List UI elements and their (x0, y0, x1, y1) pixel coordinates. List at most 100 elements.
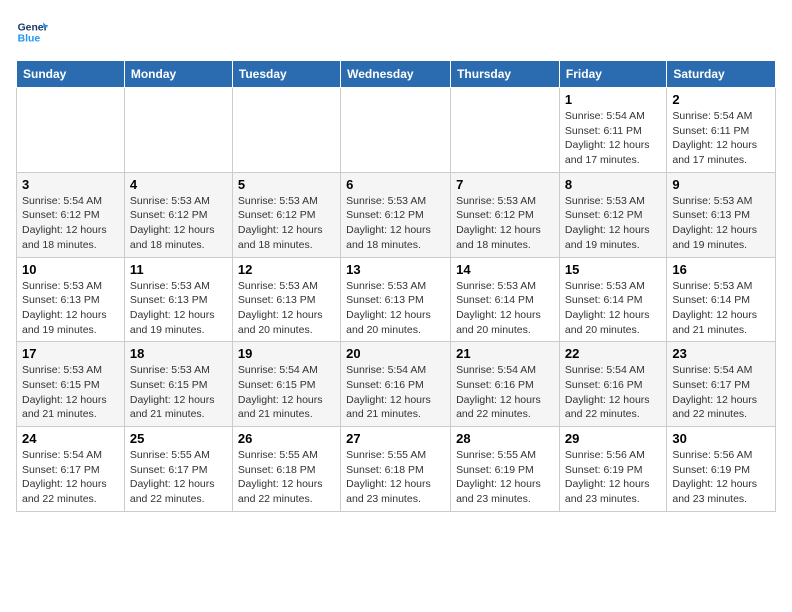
calendar-cell: 27 Sunrise: 5:55 AM Sunset: 6:18 PM Dayli… (341, 427, 451, 512)
day-number: 6 (346, 177, 445, 192)
calendar-cell (341, 88, 451, 173)
day-info: Sunrise: 5:53 AM Sunset: 6:15 PM Dayligh… (22, 363, 119, 422)
day-number: 21 (456, 346, 554, 361)
day-number: 5 (238, 177, 335, 192)
calendar-cell: 11 Sunrise: 5:53 AM Sunset: 6:13 PM Dayli… (124, 257, 232, 342)
calendar-cell: 5 Sunrise: 5:53 AM Sunset: 6:12 PM Daylig… (232, 172, 340, 257)
day-info: Sunrise: 5:53 AM Sunset: 6:12 PM Dayligh… (130, 194, 227, 253)
calendar-table: SundayMondayTuesdayWednesdayThursdayFrid… (16, 60, 776, 512)
calendar-week-row: 3 Sunrise: 5:54 AM Sunset: 6:12 PM Daylig… (17, 172, 776, 257)
day-info: Sunrise: 5:53 AM Sunset: 6:14 PM Dayligh… (456, 279, 554, 338)
day-number: 22 (565, 346, 661, 361)
day-info: Sunrise: 5:55 AM Sunset: 6:18 PM Dayligh… (346, 448, 445, 507)
calendar-cell: 20 Sunrise: 5:54 AM Sunset: 6:16 PM Dayli… (341, 342, 451, 427)
day-number: 9 (672, 177, 770, 192)
calendar-cell (232, 88, 340, 173)
calendar-week-row: 17 Sunrise: 5:53 AM Sunset: 6:15 PM Dayli… (17, 342, 776, 427)
weekday-header: Saturday (667, 61, 776, 88)
calendar-cell: 30 Sunrise: 5:56 AM Sunset: 6:19 PM Dayli… (667, 427, 776, 512)
day-number: 18 (130, 346, 227, 361)
calendar-cell: 25Sunrise: 5:55 AM Sunset: 6:17 PM Dayli… (124, 427, 232, 512)
calendar-cell: 15 Sunrise: 5:53 AM Sunset: 6:14 PM Dayli… (559, 257, 666, 342)
day-number: 11 (130, 262, 227, 277)
day-number: 24 (22, 431, 119, 446)
calendar-cell: 9 Sunrise: 5:53 AM Sunset: 6:13 PM Daylig… (667, 172, 776, 257)
logo: General Blue (16, 16, 48, 48)
weekday-header: Wednesday (341, 61, 451, 88)
day-number: 15 (565, 262, 661, 277)
calendar-cell: 19Sunrise: 5:54 AM Sunset: 6:15 PM Dayli… (232, 342, 340, 427)
day-info: Sunrise: 5:53 AM Sunset: 6:14 PM Dayligh… (565, 279, 661, 338)
calendar-cell: 29 Sunrise: 5:56 AM Sunset: 6:19 PM Dayli… (559, 427, 666, 512)
calendar-cell: 18 Sunrise: 5:53 AM Sunset: 6:15 PM Dayli… (124, 342, 232, 427)
day-info: Sunrise: 5:53 AM Sunset: 6:15 PM Dayligh… (130, 363, 227, 422)
day-number: 29 (565, 431, 661, 446)
day-number: 3 (22, 177, 119, 192)
calendar-cell: 24Sunrise: 5:54 AM Sunset: 6:17 PM Dayli… (17, 427, 125, 512)
calendar-cell: 14 Sunrise: 5:53 AM Sunset: 6:14 PM Dayli… (451, 257, 560, 342)
day-info: Sunrise: 5:54 AM Sunset: 6:16 PM Dayligh… (456, 363, 554, 422)
weekday-header: Sunday (17, 61, 125, 88)
day-info: Sunrise: 5:56 AM Sunset: 6:19 PM Dayligh… (672, 448, 770, 507)
day-number: 1 (565, 92, 661, 107)
logo-icon: General Blue (16, 16, 48, 48)
calendar-week-row: 1 Sunrise: 5:54 AM Sunset: 6:11 PM Daylig… (17, 88, 776, 173)
day-info: Sunrise: 5:53 AM Sunset: 6:13 PM Dayligh… (238, 279, 335, 338)
day-number: 23 (672, 346, 770, 361)
calendar-cell: 26 Sunrise: 5:55 AM Sunset: 6:18 PM Dayli… (232, 427, 340, 512)
day-info: Sunrise: 5:55 AM Sunset: 6:18 PM Dayligh… (238, 448, 335, 507)
calendar-cell (451, 88, 560, 173)
day-info: Sunrise: 5:53 AM Sunset: 6:12 PM Dayligh… (346, 194, 445, 253)
day-number: 14 (456, 262, 554, 277)
calendar-cell: 13 Sunrise: 5:53 AM Sunset: 6:13 PM Dayli… (341, 257, 451, 342)
calendar-cell: 22 Sunrise: 5:54 AM Sunset: 6:16 PM Dayli… (559, 342, 666, 427)
calendar-cell: 3 Sunrise: 5:54 AM Sunset: 6:12 PM Daylig… (17, 172, 125, 257)
day-info: Sunrise: 5:53 AM Sunset: 6:12 PM Dayligh… (456, 194, 554, 253)
day-info: Sunrise: 5:54 AM Sunset: 6:17 PM Dayligh… (672, 363, 770, 422)
calendar-cell (124, 88, 232, 173)
day-number: 16 (672, 262, 770, 277)
calendar-cell: 16 Sunrise: 5:53 AM Sunset: 6:14 PM Dayli… (667, 257, 776, 342)
day-info: Sunrise: 5:53 AM Sunset: 6:13 PM Dayligh… (22, 279, 119, 338)
day-number: 4 (130, 177, 227, 192)
day-info: Sunrise: 5:53 AM Sunset: 6:13 PM Dayligh… (672, 194, 770, 253)
day-number: 17 (22, 346, 119, 361)
day-info: Sunrise: 5:53 AM Sunset: 6:12 PM Dayligh… (238, 194, 335, 253)
calendar-cell: 8 Sunrise: 5:53 AM Sunset: 6:12 PM Daylig… (559, 172, 666, 257)
day-info: Sunrise: 5:55 AM Sunset: 6:19 PM Dayligh… (456, 448, 554, 507)
calendar-cell: 12 Sunrise: 5:53 AM Sunset: 6:13 PM Dayli… (232, 257, 340, 342)
day-info: Sunrise: 5:53 AM Sunset: 6:14 PM Dayligh… (672, 279, 770, 338)
day-info: Sunrise: 5:54 AM Sunset: 6:11 PM Dayligh… (672, 109, 770, 168)
calendar-week-row: 10 Sunrise: 5:53 AM Sunset: 6:13 PM Dayli… (17, 257, 776, 342)
day-number: 26 (238, 431, 335, 446)
day-info: Sunrise: 5:54 AM Sunset: 6:16 PM Dayligh… (346, 363, 445, 422)
day-info: Sunrise: 5:55 AM Sunset: 6:17 PM Dayligh… (130, 448, 227, 507)
day-number: 13 (346, 262, 445, 277)
calendar-header: SundayMondayTuesdayWednesdayThursdayFrid… (17, 61, 776, 88)
day-number: 27 (346, 431, 445, 446)
day-number: 10 (22, 262, 119, 277)
day-number: 8 (565, 177, 661, 192)
day-info: Sunrise: 5:54 AM Sunset: 6:15 PM Dayligh… (238, 363, 335, 422)
day-info: Sunrise: 5:53 AM Sunset: 6:13 PM Dayligh… (346, 279, 445, 338)
calendar-cell: 4 Sunrise: 5:53 AM Sunset: 6:12 PM Daylig… (124, 172, 232, 257)
calendar-cell: 21 Sunrise: 5:54 AM Sunset: 6:16 PM Dayli… (451, 342, 560, 427)
calendar-cell: 1 Sunrise: 5:54 AM Sunset: 6:11 PM Daylig… (559, 88, 666, 173)
svg-text:Blue: Blue (18, 34, 41, 45)
day-info: Sunrise: 5:53 AM Sunset: 6:13 PM Dayligh… (130, 279, 227, 338)
day-number: 30 (672, 431, 770, 446)
day-info: Sunrise: 5:53 AM Sunset: 6:12 PM Dayligh… (565, 194, 661, 253)
page-header: General Blue (16, 16, 776, 48)
day-number: 20 (346, 346, 445, 361)
day-info: Sunrise: 5:54 AM Sunset: 6:11 PM Dayligh… (565, 109, 661, 168)
day-info: Sunrise: 5:56 AM Sunset: 6:19 PM Dayligh… (565, 448, 661, 507)
calendar-cell (17, 88, 125, 173)
day-info: Sunrise: 5:54 AM Sunset: 6:16 PM Dayligh… (565, 363, 661, 422)
calendar-cell: 7Sunrise: 5:53 AM Sunset: 6:12 PM Daylig… (451, 172, 560, 257)
day-info: Sunrise: 5:54 AM Sunset: 6:12 PM Dayligh… (22, 194, 119, 253)
calendar-cell: 17 Sunrise: 5:53 AM Sunset: 6:15 PM Dayli… (17, 342, 125, 427)
calendar-cell: 10 Sunrise: 5:53 AM Sunset: 6:13 PM Dayli… (17, 257, 125, 342)
weekday-header: Thursday (451, 61, 560, 88)
weekday-header: Monday (124, 61, 232, 88)
day-number: 12 (238, 262, 335, 277)
